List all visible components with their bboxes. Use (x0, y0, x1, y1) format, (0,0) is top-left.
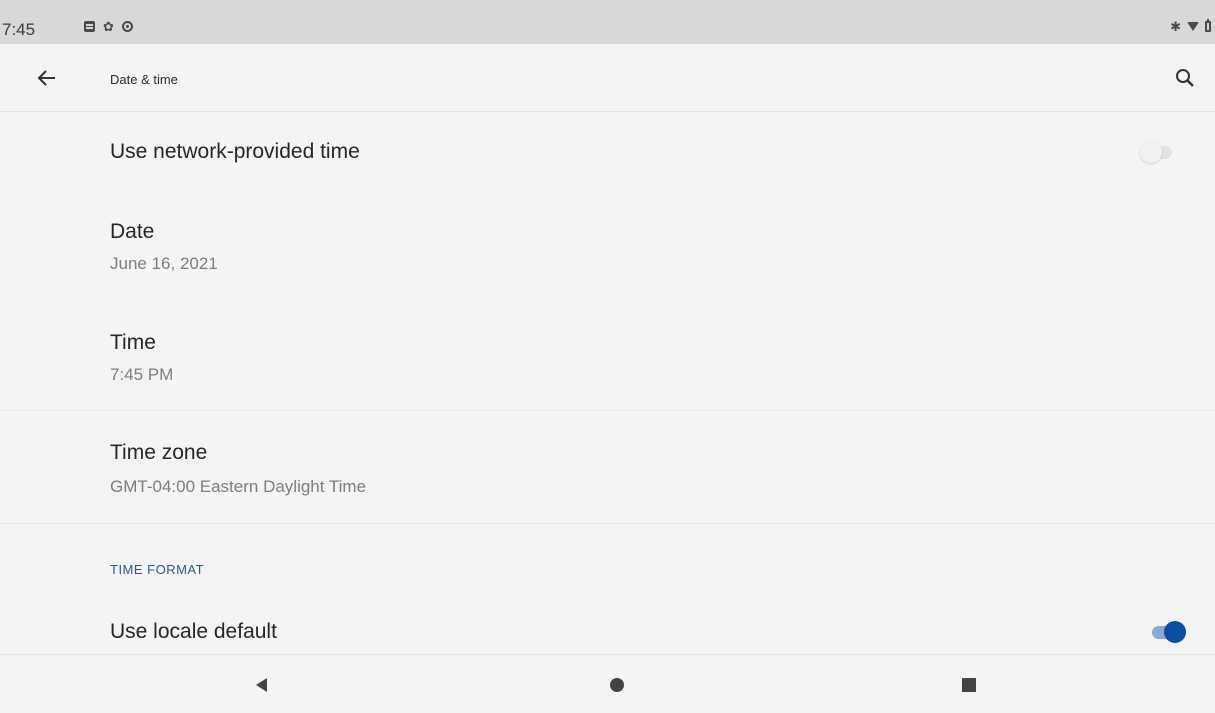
navigation-bar (0, 654, 1215, 713)
message-icon (84, 21, 95, 32)
time-row[interactable]: Time 7:45 PM (0, 300, 1215, 410)
arrow-left-icon (37, 70, 55, 86)
network-time-toggle[interactable] (1140, 138, 1176, 166)
status-bar: 7:45 ✿ ✱ (0, 0, 1215, 44)
network-time-title: Use network-provided time (110, 140, 360, 163)
time-title: Time (110, 331, 156, 354)
search-button[interactable] (1169, 62, 1201, 94)
back-button[interactable] (30, 62, 62, 94)
date-summary: June 16, 2021 (110, 254, 218, 273)
locale-default-title: Use locale default (110, 620, 277, 643)
locale-default-row[interactable]: Use locale default (0, 600, 1215, 654)
locale-default-toggle[interactable] (1150, 618, 1186, 646)
bluetooth-icon: ✱ (1170, 19, 1181, 34)
date-row[interactable]: Date June 16, 2021 (0, 192, 1215, 300)
app-bar: Date & time (0, 44, 1215, 112)
nav-back-button[interactable] (248, 671, 276, 699)
wifi-icon (1187, 22, 1199, 31)
nav-recents-button[interactable] (955, 671, 983, 699)
search-icon (1176, 69, 1194, 87)
toggle-thumb (1164, 621, 1186, 643)
network-time-row[interactable]: Use network-provided time (0, 112, 1215, 192)
divider (0, 523, 1215, 524)
time-zone-row[interactable]: Time zone GMT-04:00 Eastern Daylight Tim… (0, 411, 1215, 523)
home-circle-icon (610, 678, 624, 692)
toggle-thumb (1140, 141, 1162, 163)
time-format-category: TIME FORMAT (110, 562, 205, 577)
back-triangle-icon (256, 678, 267, 692)
page-title: Date & time (110, 72, 178, 87)
recents-square-icon (962, 678, 976, 692)
status-time: 7:45 (2, 20, 36, 39)
time-zone-title: Time zone (110, 441, 208, 464)
battery-icon (1205, 19, 1211, 32)
time-zone-summary: GMT-04:00 Eastern Daylight Time (110, 477, 367, 496)
date-title: Date (110, 220, 155, 243)
gear-icon: ✿ (103, 19, 114, 34)
status-right-icons: ✱ (1170, 19, 1211, 34)
nav-home-button[interactable] (603, 671, 631, 699)
status-left-icons: ✿ (84, 20, 133, 33)
circle-notification-icon (121, 21, 133, 32)
time-summary: 7:45 PM (110, 365, 174, 384)
settings-screen: 7:45 ✿ ✱ Date & time Use network-provide… (0, 0, 1215, 713)
